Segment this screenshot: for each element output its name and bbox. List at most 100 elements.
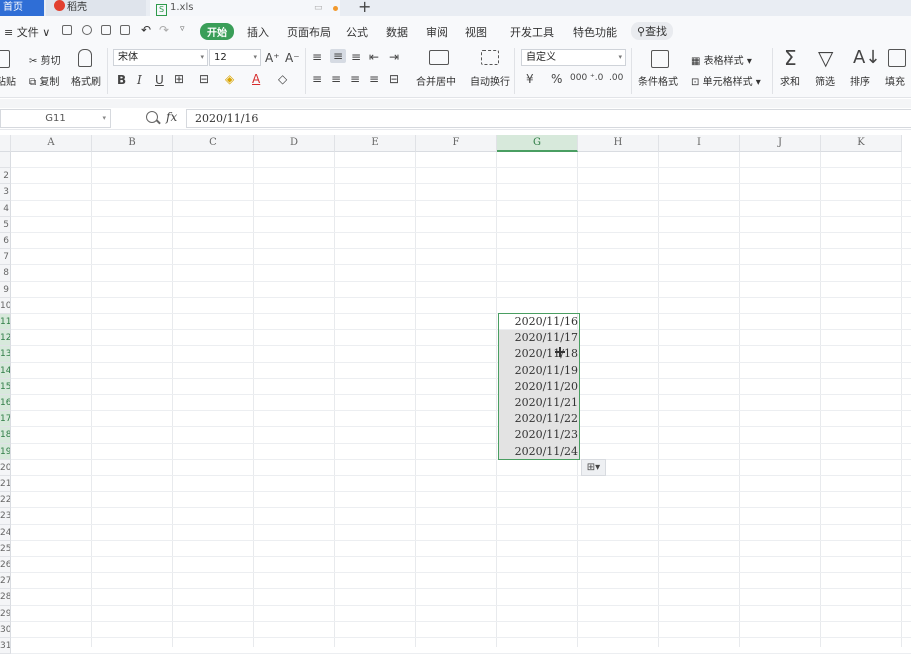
tab-file[interactable]: S 1.xls ▭ — [150, 0, 340, 16]
row-header[interactable]: 21 — [0, 476, 11, 493]
row-header[interactable]: 12 — [0, 330, 11, 347]
column-header-f[interactable]: F — [416, 135, 497, 152]
sum-icon[interactable]: Σ — [784, 47, 797, 69]
menu-review[interactable]: 审阅 — [426, 24, 448, 40]
row-header[interactable]: 24 — [0, 524, 11, 541]
cut-button[interactable]: ✂ 剪切 — [29, 52, 61, 67]
fx-icon[interactable]: fx — [166, 110, 177, 124]
wrap-text-label[interactable]: 自动换行 — [470, 73, 510, 88]
merge-center-label[interactable]: 合并居中 — [416, 73, 456, 88]
quick-access-dropdown-icon[interactable]: ▿ — [180, 24, 185, 34]
row-header[interactable]: 22 — [0, 492, 11, 509]
undo-icon[interactable]: ↶ — [141, 23, 151, 37]
clear-format-icon[interactable]: ◇ — [278, 72, 287, 86]
filter-icon[interactable]: ▽ — [818, 47, 833, 69]
copy-button[interactable]: ⧉ 复制 — [29, 73, 59, 88]
menu-file[interactable]: ≡ 文件 ∨ — [4, 24, 50, 40]
row-header[interactable]: 13 — [0, 346, 11, 363]
column-header-c[interactable]: C — [173, 135, 254, 152]
export-icon[interactable] — [82, 25, 92, 35]
formula-input[interactable]: 2020/11/16 — [186, 109, 911, 128]
align-right-icon[interactable]: ≡ — [350, 72, 360, 86]
cell-style-button[interactable]: ⊡ 单元格样式 ▾ — [691, 73, 761, 88]
sum-label[interactable]: 求和 — [780, 73, 800, 88]
wrap-text-icon[interactable] — [481, 50, 499, 65]
row-header[interactable]: 28 — [0, 589, 11, 606]
row-header[interactable]: 14 — [0, 362, 11, 379]
row-header[interactable]: 7 — [0, 249, 11, 266]
row-header[interactable]: 30 — [0, 621, 11, 638]
row-header[interactable]: 3 — [0, 184, 11, 201]
row-header[interactable]: 8 — [0, 265, 11, 282]
menu-view[interactable]: 视图 — [465, 24, 487, 40]
row-header[interactable]: 2 — [0, 168, 11, 185]
tab-wps-docer[interactable]: 稻壳 — [46, 0, 146, 16]
redo-icon[interactable]: ↷ — [159, 23, 169, 37]
row-header[interactable]: 20 — [0, 459, 11, 476]
row-header[interactable]: 25 — [0, 540, 11, 557]
decrease-decimal-icon[interactable]: .00 — [609, 71, 623, 85]
column-header-g[interactable]: G — [497, 135, 578, 152]
row-header[interactable] — [0, 152, 11, 169]
fill-label[interactable]: 填充 — [885, 73, 905, 88]
align-bottom-icon[interactable]: ≡ — [351, 50, 361, 64]
row-header[interactable]: 6 — [0, 233, 11, 250]
italic-icon[interactable]: I — [137, 73, 142, 87]
row-header[interactable]: 4 — [0, 200, 11, 217]
column-header-e[interactable]: E — [335, 135, 416, 152]
column-header-k[interactable]: K — [821, 135, 902, 152]
filter-label[interactable]: 筛选 — [815, 73, 835, 88]
row-header[interactable]: 11 — [0, 314, 11, 331]
sort-label[interactable]: 排序 — [850, 73, 870, 88]
increase-font-icon[interactable]: A⁺ — [265, 51, 280, 65]
underline-icon[interactable]: U — [155, 73, 164, 87]
row-header[interactable]: 23 — [0, 508, 11, 525]
conditional-format-label[interactable]: 条件格式 — [638, 73, 678, 88]
distributed-align-icon[interactable]: ⊟ — [389, 72, 399, 86]
fill-pattern-icon[interactable]: ⊟ — [199, 72, 209, 86]
conditional-format-icon[interactable] — [651, 50, 669, 68]
number-format-select[interactable]: 自定义 ▾ — [521, 49, 626, 66]
row-header[interactable]: 9 — [0, 281, 11, 298]
font-color-icon[interactable]: A — [252, 72, 260, 86]
align-left-icon[interactable]: ≡ — [312, 72, 322, 86]
name-box[interactable]: G11 ▾ — [0, 109, 111, 128]
sort-icon[interactable]: A↓ — [853, 47, 880, 69]
row-header[interactable]: 5 — [0, 216, 11, 233]
search-button[interactable]: ⚲查找 — [631, 22, 674, 40]
currency-icon[interactable]: ¥ — [526, 72, 534, 86]
align-center-icon[interactable]: ≡ — [331, 72, 341, 86]
new-tab-button[interactable]: + — [358, 0, 376, 16]
row-header[interactable]: 17 — [0, 411, 11, 428]
format-painter-label[interactable]: 格式刷 — [71, 73, 101, 88]
print-icon[interactable] — [101, 25, 111, 35]
print-preview-icon[interactable] — [120, 25, 130, 35]
paste-icon[interactable] — [0, 50, 10, 68]
column-header-h[interactable]: H — [578, 135, 659, 152]
align-middle-icon[interactable]: ≡ — [330, 49, 346, 63]
column-header-a[interactable]: A — [11, 135, 92, 152]
column-header-d[interactable]: D — [254, 135, 335, 152]
row-header[interactable]: 10 — [0, 297, 11, 314]
row-header[interactable]: 29 — [0, 605, 11, 622]
menu-data[interactable]: 数据 — [386, 24, 408, 40]
zoom-lookup-icon[interactable] — [146, 111, 158, 123]
decrease-font-icon[interactable]: A⁻ — [285, 51, 300, 65]
menu-special-features[interactable]: 特色功能 — [573, 24, 617, 40]
column-header-b[interactable]: B — [92, 135, 173, 152]
row-header[interactable]: 16 — [0, 395, 11, 412]
thousands-separator-icon[interactable]: 000 — [570, 71, 587, 85]
select-all-corner[interactable] — [0, 135, 11, 152]
save-icon[interactable] — [62, 25, 72, 35]
font-size-select[interactable]: 12 ▾ — [209, 49, 261, 66]
row-header[interactable]: 15 — [0, 378, 11, 395]
menu-page-layout[interactable]: 页面布局 — [287, 24, 331, 40]
row-header[interactable]: 18 — [0, 427, 11, 444]
menu-developer[interactable]: 开发工具 — [510, 24, 554, 40]
align-top-icon[interactable]: ≡ — [312, 50, 322, 64]
decrease-indent-icon[interactable]: ⇤ — [369, 50, 379, 64]
font-name-select[interactable]: 宋体 ▾ — [113, 49, 208, 66]
percent-icon[interactable]: % — [551, 72, 562, 86]
pin-icon[interactable]: ▭ — [314, 0, 323, 16]
column-header-i[interactable]: I — [659, 135, 740, 152]
